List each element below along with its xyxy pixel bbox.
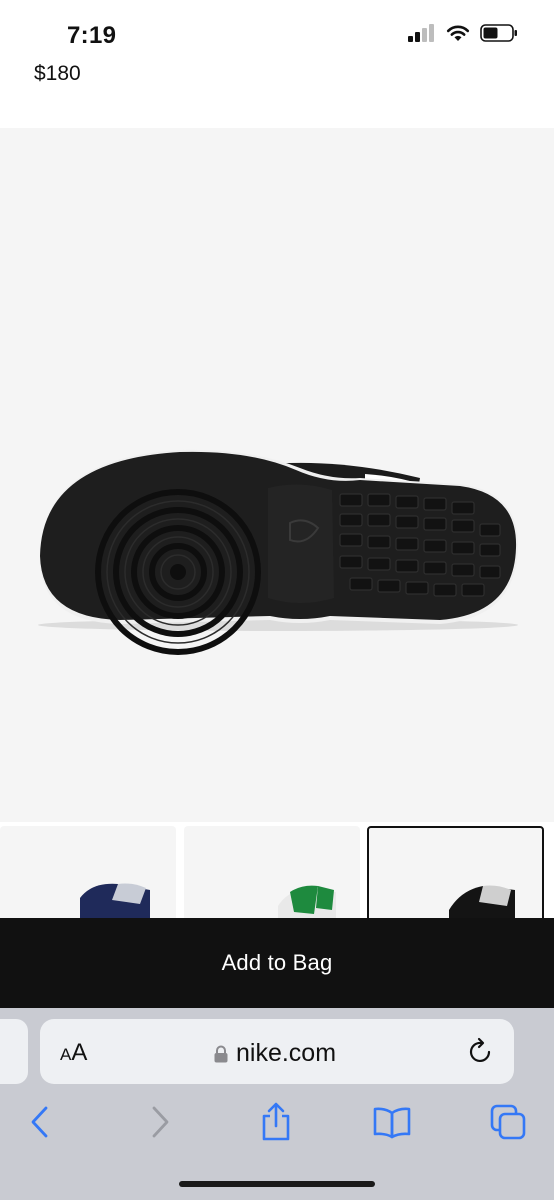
product-price: $180 [34, 62, 81, 85]
lock-icon [214, 1045, 228, 1062]
battery-icon [480, 24, 517, 42]
bookmarks-button[interactable] [372, 1102, 412, 1142]
status-icons [408, 24, 518, 42]
status-bar: 7:19 [0, 0, 554, 60]
tabs-icon [490, 1104, 526, 1140]
wifi-icon [446, 25, 470, 41]
status-time: 7:19 [67, 22, 117, 49]
shoe-thumbnail-navy [80, 883, 150, 918]
add-to-bag-button[interactable]: Add to Bag [0, 918, 554, 1008]
browser-chrome: AA nike.com [0, 1008, 554, 1200]
tabs-button[interactable] [488, 1102, 528, 1142]
browser-toolbar [0, 1096, 554, 1156]
back-button[interactable] [20, 1102, 60, 1142]
reload-icon[interactable] [468, 1037, 494, 1065]
shoe-thumbnail-black [449, 885, 515, 918]
url-domain: nike.com [236, 1039, 337, 1067]
product-hero-image[interactable] [0, 128, 554, 822]
cellular-signal-icon [408, 24, 434, 42]
address-bar[interactable]: AA nike.com [40, 1019, 514, 1084]
chevron-left-icon [31, 1106, 48, 1138]
book-icon [373, 1107, 411, 1139]
add-to-bag-label: Add to Bag [221, 950, 333, 975]
shoe-thumbnail-green [278, 885, 336, 918]
url-display[interactable]: nike.com [214, 1039, 336, 1068]
chevron-right-icon [152, 1106, 169, 1138]
share-icon [262, 1102, 290, 1141]
share-button[interactable] [256, 1102, 296, 1142]
thumbnail-strip [0, 826, 554, 918]
forward-button[interactable] [140, 1102, 180, 1142]
thumbnail-green[interactable] [184, 826, 360, 918]
reader-text-size-button[interactable]: AA [60, 1039, 87, 1067]
shoe-outsole-image [38, 449, 519, 655]
home-indicator [179, 1181, 375, 1187]
thumbnail-navy[interactable] [0, 826, 176, 918]
thumbnail-black-selected[interactable] [367, 826, 544, 918]
previous-tab-peek[interactable] [0, 1019, 28, 1084]
